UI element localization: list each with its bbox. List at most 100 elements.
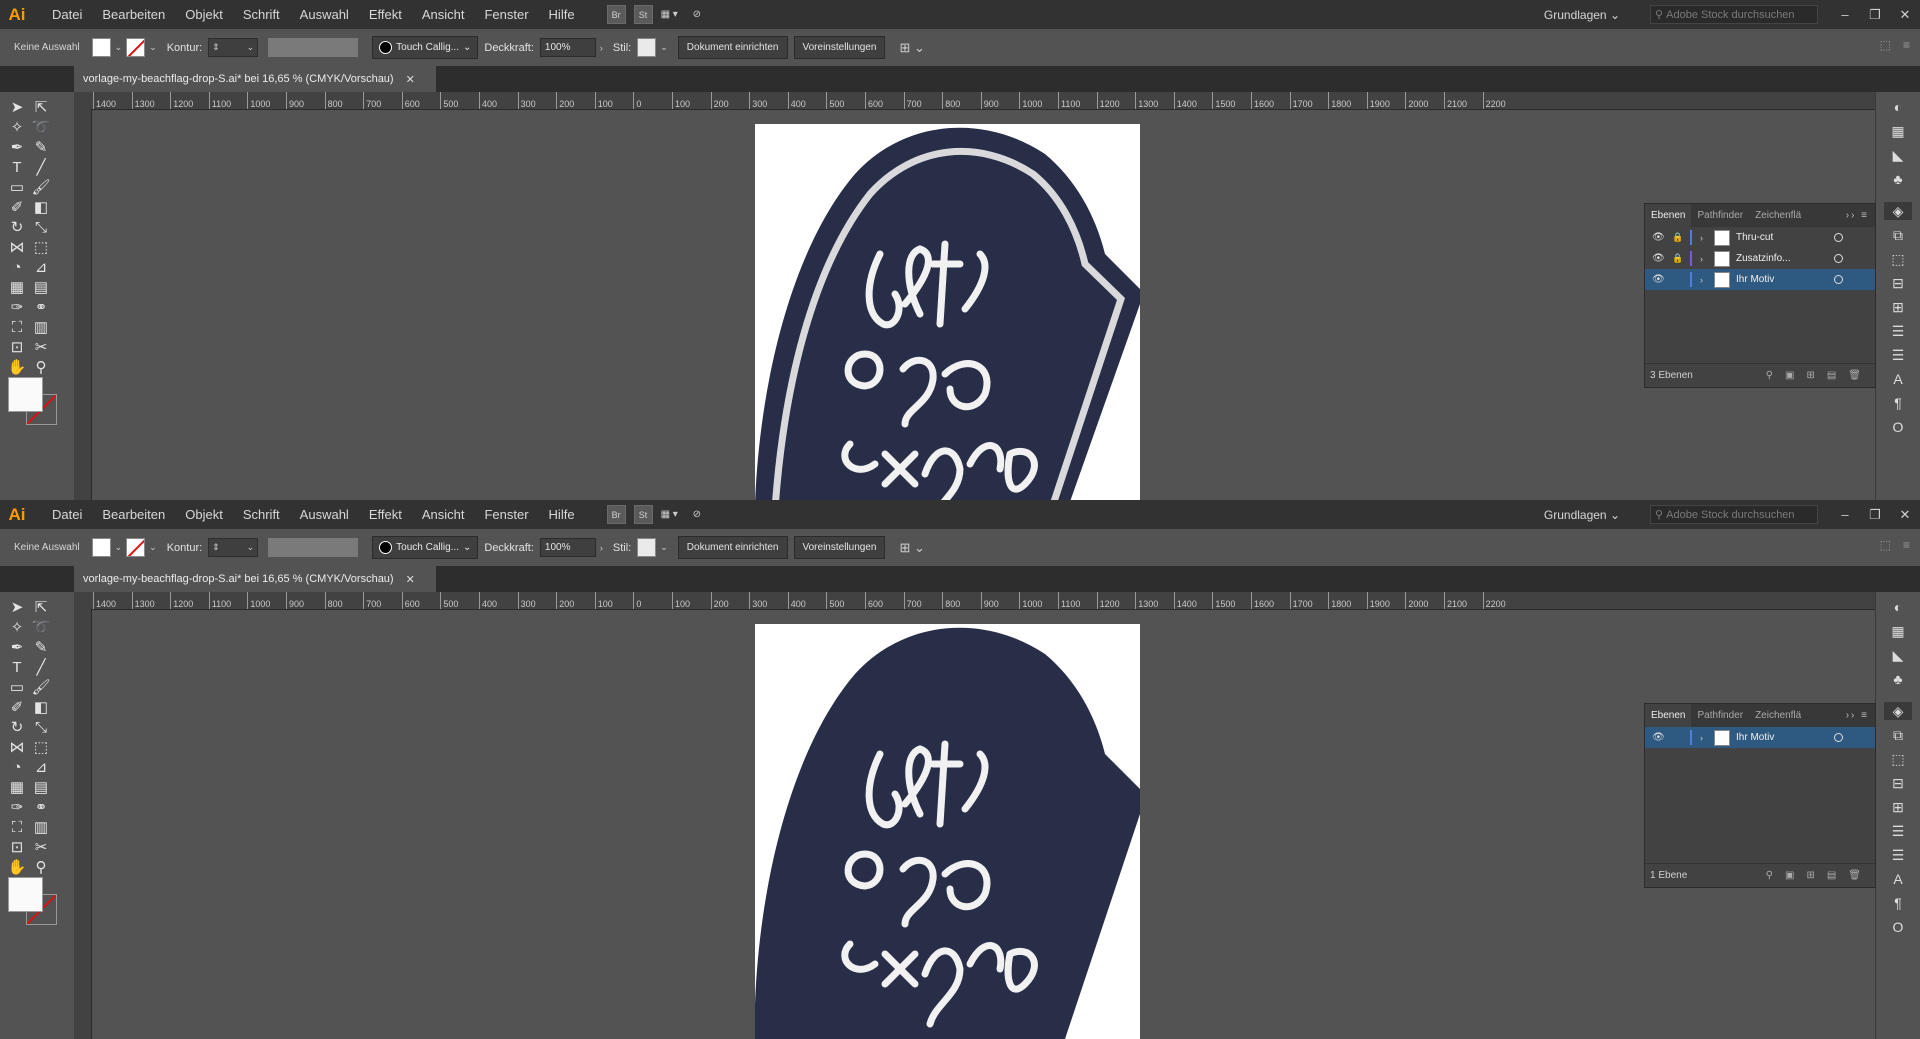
close-icon[interactable]: ✕ (406, 73, 415, 86)
lasso-tool-icon[interactable]: ➰ (30, 616, 52, 638)
slice-tool-icon[interactable]: ✂ (30, 836, 52, 858)
preferences-button[interactable]: Voreinstellungen (793, 36, 886, 59)
free-transform-tool-icon[interactable]: ⬚ (30, 236, 52, 258)
lock-icon[interactable]: 🔒 (1672, 232, 1686, 243)
vertical-ruler[interactable] (74, 609, 92, 1039)
horizontal-ruler[interactable]: 1400 1300 1200 1100 1000 900 800 700 600 500 400 30… (74, 592, 1875, 610)
opacity-input[interactable]: 100% (539, 538, 596, 557)
panel-menu-icon[interactable]: ›› ≡ (1846, 210, 1875, 221)
arrange-documents-icon[interactable]: ▦ ▾ (661, 508, 685, 522)
new-layer-icon[interactable]: ▤ (1827, 870, 1836, 881)
preferences-button[interactable]: Voreinstellungen (793, 536, 886, 559)
symbol-sprayer-tool-icon[interactable]: ⛶ (6, 816, 28, 838)
opentype-icon[interactable]: O (1889, 418, 1907, 436)
canvas[interactable] (92, 110, 1875, 500)
symbol-sprayer-tool-icon[interactable]: ⛶ (6, 316, 28, 338)
minimize-icon[interactable]: – (1830, 7, 1860, 22)
brush-definition[interactable]: Touch Callig... ⌄ (372, 536, 479, 559)
target-icon[interactable] (1834, 254, 1843, 263)
fill-color-swatch[interactable] (8, 377, 43, 412)
brush-definition[interactable]: Touch Callig... ⌄ (372, 36, 479, 59)
transform-icon[interactable]: ⬚ (1880, 38, 1891, 52)
stroke-swatch[interactable] (126, 538, 146, 557)
variable-width-profile[interactable] (268, 538, 359, 557)
selection-tool-icon[interactable]: ➤ (6, 596, 28, 618)
canvas[interactable] (92, 610, 1875, 1039)
align-icon[interactable]: ⊟ (1889, 274, 1907, 292)
menu-objekt[interactable]: Objekt (175, 507, 233, 522)
line-tool-icon[interactable]: ╱ (30, 156, 52, 178)
pen-tool-icon[interactable]: ✒ (6, 136, 28, 158)
character-icon[interactable]: A (1889, 870, 1907, 888)
chevron-down-icon[interactable]: ⌄ (115, 42, 123, 53)
chevron-right-icon[interactable]: › (1700, 733, 1710, 743)
chevron-right-icon[interactable]: › (600, 543, 603, 553)
eraser-tool-icon[interactable]: ◧ (30, 696, 52, 718)
trash-icon[interactable]: 🗑 (1848, 870, 1861, 881)
paragraph-icon[interactable]: ¶ (1889, 394, 1907, 412)
width-tool-icon[interactable]: ⋈ (6, 736, 28, 758)
menu-bearbeiten[interactable]: Bearbeiten (92, 7, 175, 22)
minimize-icon[interactable]: – (1830, 507, 1860, 522)
document-tab[interactable]: vorlage-my-beachflag-drop-S.ai* bei 16,6… (74, 66, 436, 92)
graphic-style-swatch[interactable] (637, 38, 657, 57)
tab-layers[interactable]: Ebenen (1645, 204, 1692, 227)
tab-layers[interactable]: Ebenen (1645, 704, 1692, 727)
workspace-switcher[interactable]: Grundlagen ⌄ (1544, 8, 1620, 22)
eye-icon[interactable]: 👁 (1652, 232, 1666, 243)
type-tool-icon[interactable]: T (6, 156, 28, 178)
trash-icon[interactable]: 🗑 (1848, 370, 1861, 381)
lasso-tool-icon[interactable]: ➰ (30, 116, 52, 138)
pen-tool-icon[interactable]: ✒ (6, 636, 28, 658)
artboard-tool-icon[interactable]: ⊡ (6, 336, 28, 358)
zoom-tool-icon[interactable]: ⚲ (30, 856, 52, 878)
menu-schrift[interactable]: Schrift (233, 507, 290, 522)
arrange-documents-icon[interactable]: ▦ ▾ (661, 8, 685, 22)
magic-wand-tool-icon[interactable]: ✧ (6, 616, 28, 638)
stroke-weight-stepper[interactable]: ⇕ ⌄ (208, 538, 259, 557)
vertical-ruler[interactable] (74, 109, 92, 500)
curvature-tool-icon[interactable]: ✎ (30, 136, 52, 158)
lock-icon[interactable]: 🔒 (1672, 253, 1686, 264)
character-icon[interactable]: A (1889, 370, 1907, 388)
menu-effekt[interactable]: Effekt (359, 7, 412, 22)
shaper-tool-icon[interactable]: ✐ (6, 696, 28, 718)
locate-object-icon[interactable]: ⚲ (1766, 870, 1773, 881)
menu-hilfe[interactable]: Hilfe (539, 7, 585, 22)
direct-selection-tool-icon[interactable]: ⇱ (30, 596, 52, 618)
paintbrush-tool-icon[interactable]: 🖌 (30, 176, 52, 198)
panel-menu-icon[interactable]: ≡ (1903, 538, 1910, 552)
properties-icon[interactable]: ☰ (1889, 846, 1907, 864)
tab-artboards[interactable]: Zeichenflä (1749, 210, 1807, 221)
menu-auswahl[interactable]: Auswahl (290, 507, 359, 522)
chevron-down-icon[interactable]: ⌄ (149, 42, 157, 53)
blend-tool-icon[interactable]: ⚭ (30, 296, 52, 318)
gpu-performance-icon[interactable]: ⊘ (693, 508, 717, 522)
artboard[interactable] (755, 124, 1140, 500)
free-transform-tool-icon[interactable]: ⬚ (30, 736, 52, 758)
color-guide-icon[interactable]: ◐ (1889, 98, 1907, 116)
menu-ansicht[interactable]: Ansicht (412, 507, 475, 522)
chevron-right-icon[interactable]: › (600, 43, 603, 53)
clipping-mask-icon[interactable]: ▣ (1785, 370, 1794, 381)
chevron-right-icon[interactable]: › (1700, 254, 1710, 264)
chevron-down-icon[interactable]: ⌄ (115, 542, 123, 553)
rectangle-tool-icon[interactable]: ▭ (6, 676, 28, 698)
eyedropper-tool-icon[interactable]: ✑ (6, 296, 28, 318)
layers-icon[interactable]: ◈ (1884, 202, 1912, 220)
variable-width-profile[interactable] (268, 38, 359, 57)
restore-icon[interactable]: ❐ (1860, 7, 1890, 23)
transform-icon[interactable]: ⊞ (1889, 798, 1907, 816)
target-icon[interactable] (1834, 733, 1843, 742)
gpu-performance-icon[interactable]: ⊘ (693, 8, 717, 22)
blend-tool-icon[interactable]: ⚭ (30, 796, 52, 818)
symbols-icon[interactable]: ♣ (1889, 170, 1907, 188)
artboard-tool-icon[interactable]: ⊡ (6, 836, 28, 858)
stock-search-input[interactable]: ⚲ Adobe Stock durchsuchen (1650, 505, 1818, 524)
transform-icon[interactable]: ⬚ (1880, 538, 1891, 552)
stock-icon[interactable]: St (633, 505, 653, 524)
align-icon[interactable]: ⊟ (1889, 774, 1907, 792)
eyedropper-tool-icon[interactable]: ✑ (6, 796, 28, 818)
clipping-mask-icon[interactable]: ▣ (1785, 870, 1794, 881)
menu-datei[interactable]: Datei (42, 507, 92, 522)
